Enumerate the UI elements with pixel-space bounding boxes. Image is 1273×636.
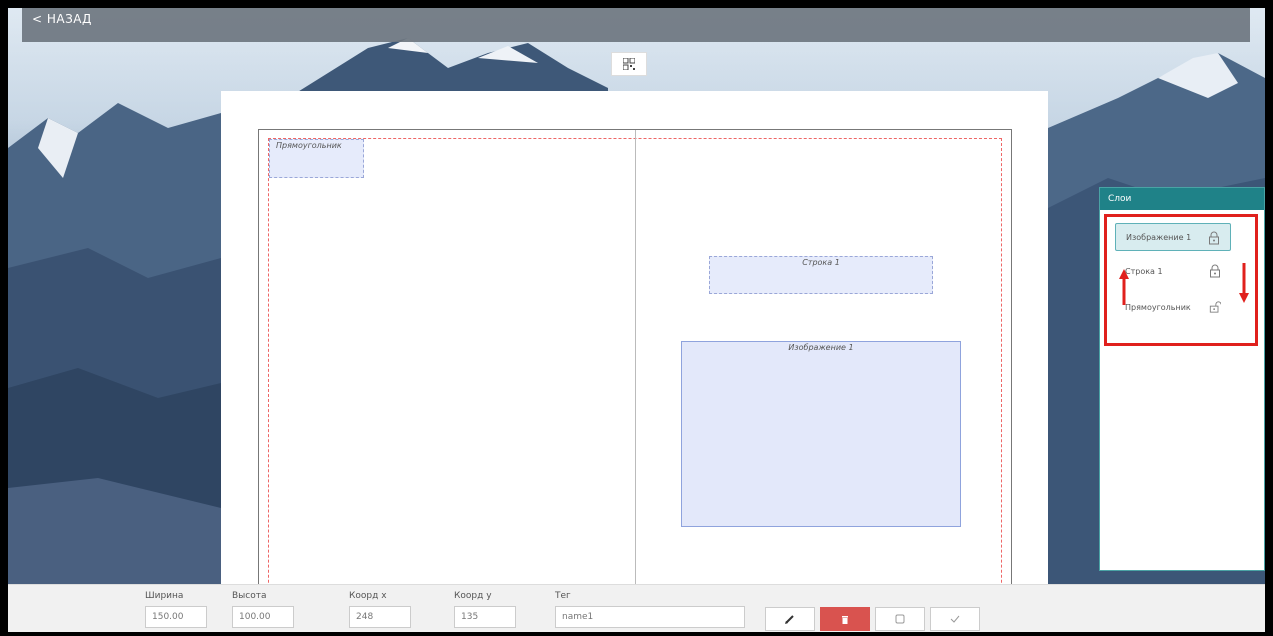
properties-bar: Ширина Высота Коорд х Коорд у Тег	[8, 584, 1265, 632]
width-field-group: Ширина	[145, 591, 207, 628]
duplicate-icon	[895, 614, 905, 624]
lock-icon[interactable]	[1209, 264, 1221, 278]
tag-label: Тег	[555, 591, 571, 601]
design-page: Прямоугольник Строка 1 Изображение 1	[221, 91, 1048, 632]
qr-code-button[interactable]	[611, 52, 647, 76]
x-input[interactable]	[349, 606, 411, 628]
canvas-image[interactable]: Изображение 1	[681, 341, 961, 527]
width-label: Ширина	[145, 591, 184, 601]
y-field-group: Коорд у	[454, 591, 516, 628]
page-spread: Прямоугольник Строка 1 Изображение 1	[258, 129, 1012, 632]
layer-item-label: Прямоугольник	[1125, 302, 1191, 312]
top-toolbar: < НАЗАД	[22, 8, 1250, 42]
height-label: Высота	[232, 591, 267, 601]
canvas-rectangle[interactable]: Прямоугольник	[269, 139, 364, 178]
fold-line	[635, 130, 636, 632]
confirm-button[interactable]	[930, 607, 980, 631]
trash-icon	[842, 616, 848, 624]
unlock-icon[interactable]	[1209, 300, 1221, 314]
canvas-rectangle-label: Прямоугольник	[276, 141, 342, 150]
tag-field-group: Тег	[555, 591, 745, 628]
layer-item-image[interactable]: Изображение 1	[1115, 223, 1231, 251]
x-label: Коорд х	[349, 591, 387, 601]
lock-icon[interactable]	[1208, 231, 1220, 245]
duplicate-button[interactable]	[875, 607, 925, 631]
editor-window: < НАЗАД Прямоугольник Строка 1 Изображен…	[8, 8, 1265, 632]
tag-input[interactable]	[555, 606, 745, 628]
canvas-image-label: Изображение 1	[788, 343, 854, 352]
delete-button[interactable]	[820, 607, 870, 631]
layer-item-line[interactable]: Строка 1	[1115, 257, 1231, 285]
layers-panel: Слои Изображение 1 Строка 1 Прямоугольни…	[1099, 187, 1265, 571]
check-icon	[950, 615, 960, 623]
y-input[interactable]	[454, 606, 516, 628]
layers-panel-title: Слои	[1100, 188, 1264, 210]
pencil-icon	[785, 615, 794, 624]
edit-button[interactable]	[765, 607, 815, 631]
height-input[interactable]	[232, 606, 294, 628]
width-input[interactable]	[145, 606, 207, 628]
layer-item-rectangle[interactable]: Прямоугольник	[1115, 293, 1231, 321]
arrow-up-icon	[1119, 269, 1129, 305]
layer-item-label: Строка 1	[1125, 266, 1163, 276]
layers-list: Изображение 1 Строка 1 Прямоугольник	[1104, 214, 1258, 346]
height-field-group: Высота	[232, 591, 294, 628]
back-link[interactable]: < НАЗАД	[32, 12, 92, 26]
qr-code-icon	[623, 58, 635, 70]
y-label: Коорд у	[454, 591, 492, 601]
layer-item-label: Изображение 1	[1126, 232, 1192, 242]
arrow-down-icon	[1239, 263, 1249, 303]
canvas-text-line-label: Строка 1	[802, 258, 840, 267]
canvas-text-line[interactable]: Строка 1	[709, 256, 933, 294]
x-field-group: Коорд х	[349, 591, 411, 628]
